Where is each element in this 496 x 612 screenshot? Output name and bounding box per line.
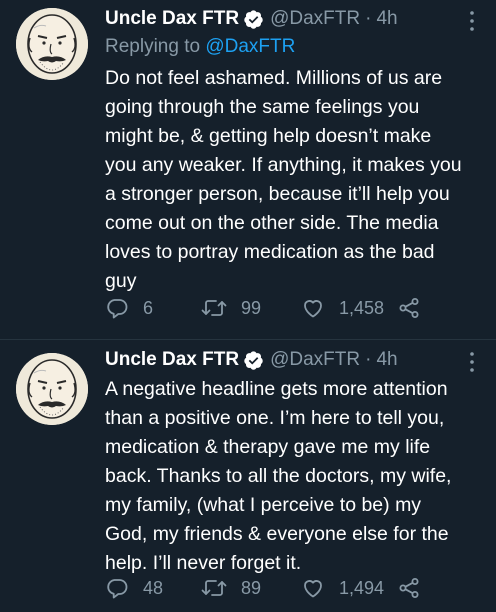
author-name[interactable]: Uncle Dax FTR — [105, 347, 239, 373]
reply-count: 6 — [143, 297, 154, 318]
like-button[interactable]: 1,494 — [301, 573, 384, 603]
retweet-count: 89 — [241, 577, 262, 598]
retweet-icon — [201, 300, 227, 316]
heart-icon — [304, 300, 322, 318]
tweet-time[interactable]: 4h — [376, 347, 397, 373]
tweet-actions: 48 89 1,494 — [105, 573, 456, 603]
retweet-button[interactable]: 99 — [201, 293, 261, 323]
reply-icon — [107, 299, 128, 319]
author-handle[interactable]: @DaxFTR — [270, 347, 360, 373]
tweet-content: Uncle Dax FTR @DaxFTR · 4h Replying to @… — [105, 6, 482, 296]
separator-dot: · — [365, 8, 372, 29]
author-handle[interactable]: @DaxFTR — [270, 6, 360, 32]
reply-icon — [107, 579, 128, 599]
tweet-text-line: God, my friends & everyone else for the — [105, 523, 449, 545]
replying-to: Replying to @DaxFTR — [105, 34, 482, 62]
tweet-content: Uncle Dax FTR @DaxFTR · 4h A negative he… — [105, 347, 482, 578]
author-name[interactable]: Uncle Dax FTR — [105, 6, 239, 32]
tweet-text: A negative headline gets more attention … — [105, 375, 485, 578]
tweet-text-line: A negative headline gets more attention — [105, 378, 448, 400]
tweet-text-line: medication & therapy gave me my life — [105, 436, 431, 458]
reply-button[interactable]: 6 — [105, 293, 153, 323]
tweet-header: Uncle Dax FTR @DaxFTR · 4h — [105, 6, 482, 32]
retweet-button[interactable]: 89 — [201, 573, 261, 603]
tweet-text-line: Do not feel ashamed. Millions of us are — [105, 67, 443, 89]
separator-dot: · — [365, 349, 372, 370]
replying-to-handle[interactable]: @DaxFTR — [205, 36, 295, 57]
avatar[interactable] — [16, 353, 88, 425]
tweet-text-line: than a positive one. I’m here to tell yo… — [105, 407, 445, 429]
like-count: 1,494 — [339, 577, 385, 598]
tweet-text-line: my family, (what I perceive to be) my — [105, 494, 422, 516]
verified-badge-icon — [244, 350, 263, 370]
tweet-text: Do not feel ashamed. Millions of us are … — [105, 64, 485, 296]
avatar[interactable] — [16, 8, 88, 80]
cartoon-bald-bearded-man-avatar-icon — [16, 353, 88, 425]
cartoon-bald-bearded-man-avatar-icon — [16, 8, 88, 80]
reply-count: 48 — [143, 577, 164, 598]
reply-button[interactable]: 48 — [105, 573, 163, 603]
heart-icon — [304, 580, 322, 598]
tweet-text-line: going through the same feelings you — [105, 96, 420, 118]
retweet-count: 99 — [241, 297, 262, 318]
tweet-text-line: guy — [105, 270, 137, 292]
share-button[interactable] — [397, 293, 421, 323]
tweet-text-line: a stronger person, because it’ll help yo… — [105, 183, 450, 205]
tweet[interactable]: Uncle Dax FTR @DaxFTR · 4h A negative he… — [0, 340, 496, 612]
tweet-text-line: back. Thanks to all the doctors, my wife… — [105, 465, 452, 487]
tweet-time[interactable]: 4h — [376, 6, 397, 32]
share-button[interactable] — [397, 573, 421, 603]
verified-badge-icon — [244, 9, 263, 29]
retweet-icon — [201, 580, 227, 596]
tweet-text-line: you any weaker. If anything, it makes yo… — [105, 154, 462, 176]
more-vertical-icon[interactable] — [462, 349, 482, 375]
tweet[interactable]: Uncle Dax FTR @DaxFTR · 4h Replying to @… — [0, 0, 496, 340]
share-icon — [399, 298, 419, 318]
more-vertical-icon[interactable] — [462, 8, 482, 34]
tweet-text-line: loves to portray medication as the bad — [105, 241, 435, 263]
tweet-actions: 6 99 1,458 — [105, 293, 456, 323]
tweet-text-line: might be, & getting help doesn’t make — [105, 125, 432, 147]
share-icon — [399, 578, 419, 598]
replying-to-label: Replying to — [105, 36, 201, 57]
like-count: 1,458 — [339, 297, 385, 318]
tweet-header: Uncle Dax FTR @DaxFTR · 4h — [105, 347, 482, 373]
tweet-text-line: come out on the other side. The media — [105, 212, 439, 234]
like-button[interactable]: 1,458 — [301, 293, 384, 323]
